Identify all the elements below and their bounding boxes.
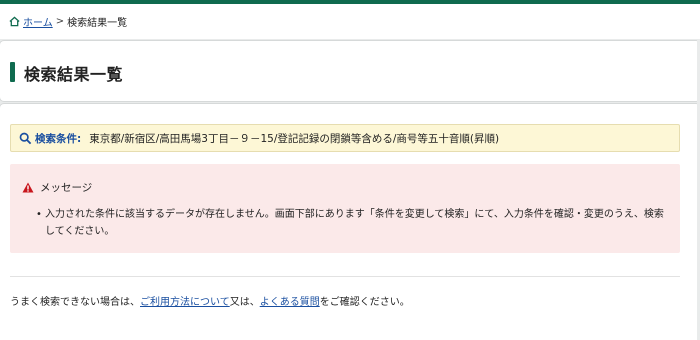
message-box: メッセージ 入力された条件に該当するデータが存在しません。画面下部にあります「条… — [10, 164, 680, 253]
title-card: 検索結果一覧 — [0, 41, 700, 101]
message-heading: メッセージ — [40, 182, 93, 194]
warning-icon — [22, 182, 34, 193]
breadcrumb-current: 検索結果一覧 — [67, 18, 128, 29]
usage-guide-link[interactable]: ご利用方法について — [140, 297, 230, 308]
search-condition-value: 東京都/新宿区/高田馬場3丁目－９－15/登記記録の閉鎖等含める/商号等五十音順… — [89, 132, 500, 145]
results-card: 検索条件: 東京都/新宿区/高田馬場3丁目－９－15/登記記録の閉鎖等含める/商… — [0, 104, 700, 340]
search-condition-label: 検索条件: — [35, 132, 82, 145]
home-icon — [9, 16, 20, 27]
title-accent-bar — [10, 62, 15, 82]
faq-link[interactable]: よくある質問 — [260, 297, 320, 308]
message-item: 入力された条件に該当するデータが存在しません。画面下部にあります「条件を変更して… — [36, 206, 666, 240]
help-prefix: うまく検索できない場合は、 — [10, 297, 140, 308]
help-middle: 又は、 — [229, 297, 260, 308]
help-suffix: をご確認ください。 — [319, 297, 410, 308]
message-header: メッセージ — [22, 180, 92, 195]
message-list: 入力された条件に該当するデータが存在しません。画面下部にあります「条件を変更して… — [36, 206, 666, 240]
page-title: 検索結果一覧 — [24, 65, 124, 84]
divider — [10, 276, 680, 277]
search-icon — [19, 132, 32, 144]
breadcrumb: ホーム > 検索結果一覧 — [0, 4, 700, 39]
breadcrumb-home-link[interactable]: ホーム — [23, 14, 53, 29]
search-condition-box: 検索条件: 東京都/新宿区/高田馬場3丁目－９－15/登記記録の閉鎖等含める/商… — [10, 124, 680, 152]
help-text: うまく検索できない場合は、ご利用方法について又は、よくある質問をご確認ください。 — [10, 293, 410, 308]
breadcrumb-separator: > — [55, 16, 65, 27]
